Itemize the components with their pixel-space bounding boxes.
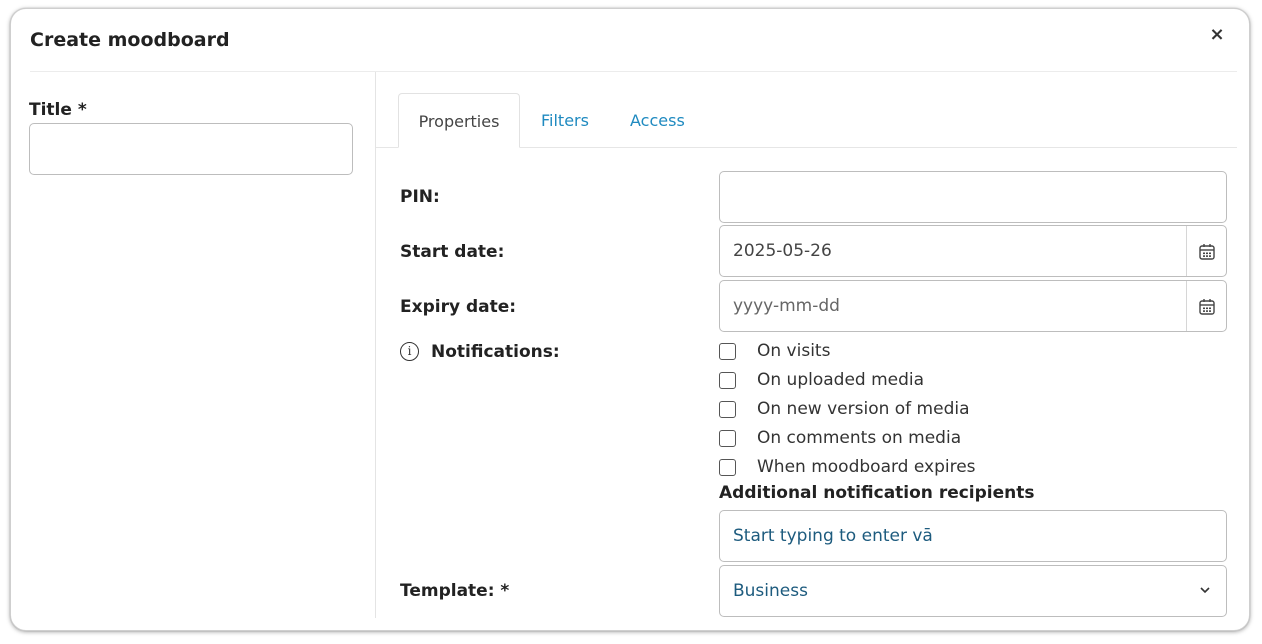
- recipients-input[interactable]: Start typing to enter vā: [719, 510, 1227, 562]
- checkbox-label: On uploaded media: [757, 370, 925, 390]
- recipients-placeholder: Start typing to enter vā: [733, 526, 933, 546]
- title-label: Title *: [29, 100, 87, 120]
- checkbox-box[interactable]: [719, 429, 736, 447]
- checkbox-box[interactable]: [719, 400, 736, 418]
- left-pane: Title *: [11, 72, 375, 630]
- tab-access[interactable]: Access: [630, 93, 685, 148]
- tab-bar: Properties Filters Access: [376, 93, 1237, 148]
- title-input[interactable]: [29, 123, 353, 175]
- close-icon[interactable]: ×: [1207, 25, 1227, 45]
- checkbox-box[interactable]: [719, 371, 736, 389]
- expiry-date-placeholder: yyyy-mm-dd: [733, 296, 840, 316]
- template-value: Business: [733, 581, 808, 601]
- recipients-heading: Additional notification recipients: [719, 483, 1035, 503]
- chevron-down-icon: [1200, 587, 1210, 594]
- checkbox-label: On new version of media: [757, 399, 970, 419]
- pin-label: PIN:: [400, 187, 440, 207]
- expiry-date-input[interactable]: yyyy-mm-dd: [719, 280, 1227, 332]
- template-select[interactable]: Business: [719, 565, 1227, 617]
- tab-properties[interactable]: Properties: [398, 93, 520, 148]
- start-date-input[interactable]: 2025-05-26: [719, 225, 1227, 277]
- dialog-header: Create moodboard ×: [11, 9, 1249, 71]
- notify-on-uploaded-media-checkbox[interactable]: On uploaded media: [719, 368, 924, 392]
- checkbox-label: On visits: [757, 341, 831, 361]
- checkbox-box[interactable]: [719, 342, 736, 360]
- start-date-value: 2025-05-26: [733, 241, 832, 261]
- notify-on-new-version-checkbox[interactable]: On new version of media: [719, 397, 970, 421]
- notify-on-comments-checkbox[interactable]: On comments on media: [719, 426, 961, 450]
- start-date-label: Start date:: [400, 242, 505, 262]
- notify-on-visits-checkbox[interactable]: On visits: [719, 339, 830, 363]
- checkbox-label: On comments on media: [757, 428, 962, 448]
- start-date-picker-button[interactable]: [1186, 226, 1226, 276]
- expiry-date-label: Expiry date:: [400, 297, 517, 317]
- create-moodboard-dialog: Create moodboard × Title * Properties Fi…: [10, 8, 1250, 631]
- calendar-icon: [1198, 298, 1215, 315]
- notifications-label: Notifications:: [431, 342, 560, 362]
- notify-when-expires-checkbox[interactable]: When moodboard expires: [719, 455, 976, 479]
- dialog-title: Create moodboard: [30, 29, 230, 51]
- calendar-icon: [1198, 243, 1215, 260]
- pane-divider: [375, 72, 376, 618]
- checkbox-label: When moodboard expires: [757, 457, 976, 477]
- expiry-date-picker-button[interactable]: [1186, 281, 1226, 331]
- template-label: Template: *: [400, 581, 510, 601]
- pin-input[interactable]: [719, 171, 1227, 223]
- tab-filters[interactable]: Filters: [541, 93, 589, 148]
- checkbox-box[interactable]: [719, 458, 736, 476]
- info-icon[interactable]: i: [400, 342, 419, 361]
